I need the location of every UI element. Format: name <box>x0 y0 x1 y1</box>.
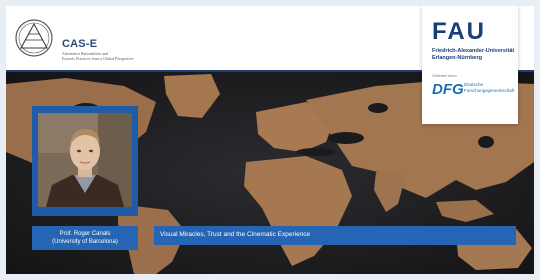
speaker-name-box: Prof. Roger Canals (University of Barcel… <box>32 226 138 250</box>
speaker-affiliation: (University of Barcelona) <box>52 239 118 245</box>
funded-by-label: Gefördert durch <box>432 74 457 78</box>
fau-name-line2: Erlangen-Nürnberg <box>432 54 483 61</box>
speaker-portrait-icon <box>38 113 132 207</box>
video-frame[interactable]: CAS-E Alternative Rationalities and Esot… <box>6 6 534 274</box>
cas-e-subtitle-line2: Esoteric Practices from a Global Perspec… <box>62 56 134 61</box>
talk-title-bar: Visual Miracles, Trust and the Cinematic… <box>154 226 516 245</box>
speaker-photo <box>38 113 132 207</box>
fau-logo: FAU <box>432 18 486 45</box>
dfg-name: Deutsche Forschungsgemeinschaft <box>464 82 514 93</box>
talk-title: Visual Miracles, Trust and the Cinematic… <box>160 231 311 238</box>
cas-e-title: CAS-E <box>62 38 98 50</box>
fau-name-line1: Friedrich-Alexander-Universität <box>432 48 515 54</box>
sponsor-logo-panel: FAU Friedrich-Alexander-Universität Erla… <box>422 6 518 124</box>
fau-university-name: Friedrich-Alexander-Universität Erlangen… <box>432 48 518 61</box>
dfg-logo: DFG <box>432 81 464 98</box>
cas-e-logo-icon <box>15 19 53 57</box>
dfg-name-line2: Forschungsgemeinschaft <box>464 87 515 93</box>
speaker-name: Prof. Roger Canals <box>59 231 111 237</box>
